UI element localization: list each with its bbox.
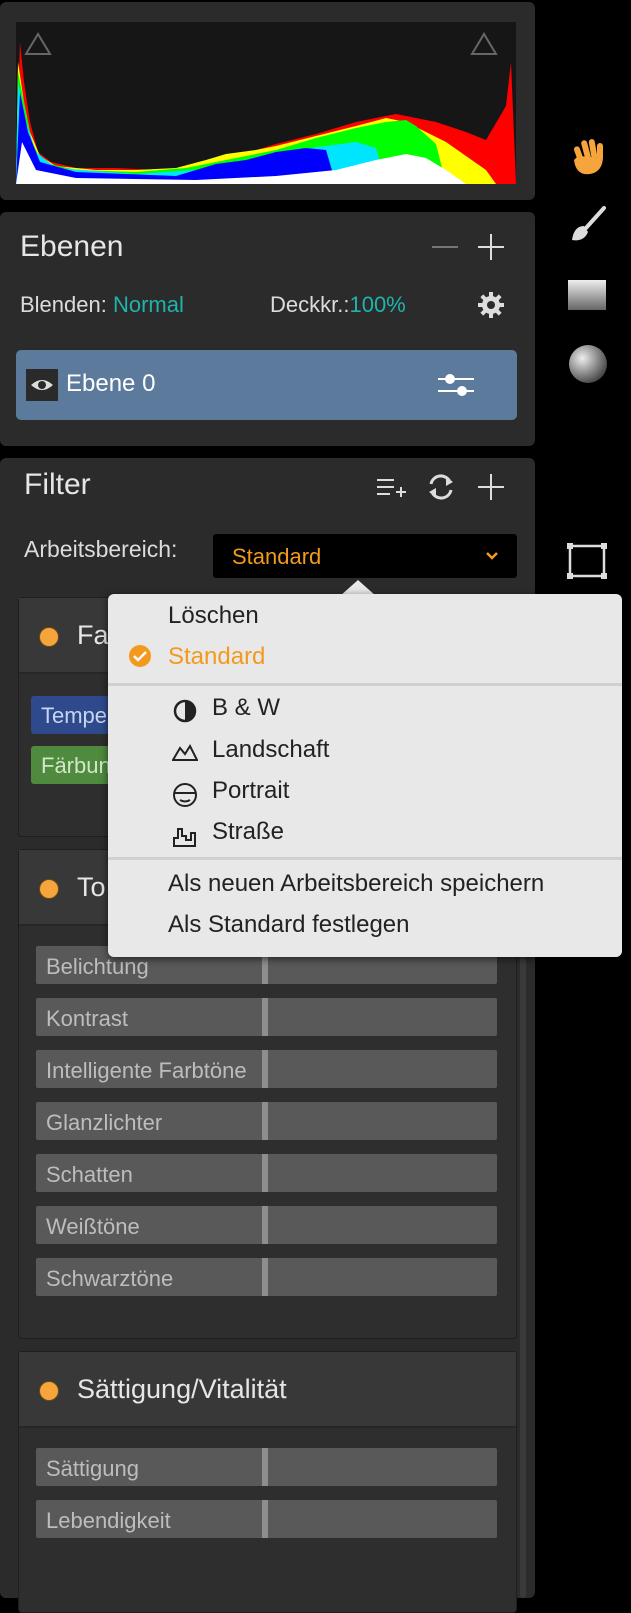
hand-tool-button[interactable] bbox=[566, 134, 610, 183]
opacity-value[interactable]: 100% bbox=[349, 292, 405, 317]
histogram-graph bbox=[16, 32, 516, 184]
slider-label: Intelligente Farbtöne bbox=[46, 1058, 247, 1083]
slider-label: Sättigung bbox=[46, 1456, 139, 1481]
slider-handle[interactable] bbox=[262, 1154, 268, 1192]
workspace-select[interactable]: Standard bbox=[213, 534, 517, 578]
menu-item-set-default[interactable]: Als Standard festlegen bbox=[168, 911, 410, 939]
layer-row[interactable]: Ebene 0 bbox=[16, 350, 517, 420]
menu-item-save-workspace[interactable]: Als neuen Arbeitsbereich speichern bbox=[168, 870, 544, 898]
filter-group-title: To bbox=[77, 872, 106, 902]
add-filter-list-button[interactable] bbox=[374, 470, 408, 504]
layers-title: Ebenen bbox=[20, 230, 124, 263]
radial-gradient-icon bbox=[569, 345, 607, 383]
filter-group-header[interactable]: Sättigung/Vitalität bbox=[19, 1352, 516, 1428]
slider-handle[interactable] bbox=[262, 1206, 268, 1244]
list-add-icon bbox=[377, 479, 406, 497]
slider-label: Schatten bbox=[46, 1162, 133, 1187]
slider-handle[interactable] bbox=[262, 1448, 268, 1486]
gradient-icon bbox=[568, 280, 606, 310]
sync-filters-button[interactable] bbox=[424, 470, 458, 504]
remove-layer-button[interactable] bbox=[428, 230, 462, 264]
eye-icon bbox=[31, 380, 53, 390]
workspace-dropdown-menu: Löschen Standard B & W Landschaft Portra… bbox=[108, 594, 622, 957]
filter-title: Filter bbox=[24, 468, 91, 501]
brush-tool-button[interactable] bbox=[566, 204, 610, 253]
refresh-icon bbox=[429, 474, 453, 500]
slider-handle[interactable] bbox=[262, 1050, 268, 1088]
menu-separator bbox=[108, 857, 622, 860]
filter-group-title: Fa bbox=[77, 620, 109, 650]
filter-enable-toggle[interactable] bbox=[39, 627, 59, 647]
blend-mode-control[interactable]: Blenden: Normal bbox=[20, 292, 184, 318]
menu-item-delete[interactable]: Löschen bbox=[168, 602, 259, 630]
slider-label: Belichtung bbox=[46, 954, 149, 979]
vibrance-slider[interactable]: Lebendigkeit bbox=[36, 1500, 497, 1538]
slider-label: Weißtöne bbox=[46, 1214, 140, 1239]
menu-item-landscape[interactable]: Landschaft bbox=[212, 736, 329, 764]
minus-icon bbox=[432, 246, 458, 248]
smart-tones-slider[interactable]: Intelligente Farbtöne bbox=[36, 1050, 497, 1088]
contrast-half-icon bbox=[173, 699, 197, 723]
portrait-face-icon bbox=[173, 783, 197, 807]
opacity-control[interactable]: Deckkr.:100% bbox=[270, 292, 406, 318]
menu-item-portrait[interactable]: Portrait bbox=[212, 777, 289, 805]
menu-item-bw[interactable]: B & W bbox=[212, 694, 280, 722]
opacity-label: Deckkr.: bbox=[270, 292, 350, 317]
menu-item-label: Standard bbox=[168, 643, 266, 670]
slider-handle[interactable] bbox=[262, 1258, 268, 1296]
crop-tool-button[interactable] bbox=[566, 542, 610, 587]
sliders-icon bbox=[438, 374, 474, 396]
slider-handle[interactable] bbox=[262, 1500, 268, 1538]
slider-label: Lebendigkeit bbox=[46, 1508, 171, 1533]
shadows-slider[interactable]: Schatten bbox=[36, 1154, 497, 1192]
gradient-tool-button[interactable] bbox=[566, 276, 610, 321]
brush-icon bbox=[572, 206, 606, 241]
contrast-slider[interactable]: Kontrast bbox=[36, 998, 497, 1036]
plus-icon bbox=[478, 474, 504, 500]
filter-enable-toggle[interactable] bbox=[39, 1381, 59, 1401]
workspace-label: Arbeitsbereich: bbox=[24, 536, 178, 562]
layer-adjustments-button[interactable] bbox=[436, 368, 476, 402]
city-buildings-icon bbox=[173, 828, 196, 847]
scrollbar[interactable] bbox=[520, 926, 526, 1598]
shadow-clipping-warning-icon bbox=[24, 32, 52, 55]
add-layer-button[interactable] bbox=[474, 230, 508, 264]
layer-settings-button[interactable] bbox=[474, 288, 508, 322]
hand-icon bbox=[573, 139, 603, 175]
filter-enable-toggle[interactable] bbox=[39, 879, 59, 899]
saturation-slider[interactable]: Sättigung bbox=[36, 1448, 497, 1486]
slider-label: Schwarztöne bbox=[46, 1266, 174, 1291]
slider-label: Kontrast bbox=[46, 1006, 128, 1031]
filter-group-saturation: Sättigung/Vitalität Sättigung Lebendigke… bbox=[18, 1351, 517, 1613]
blend-value[interactable]: Normal bbox=[113, 292, 184, 317]
blacks-slider[interactable]: Schwarztöne bbox=[36, 1258, 497, 1296]
workspace-value: Standard bbox=[232, 544, 322, 569]
check-circle-icon bbox=[129, 645, 151, 667]
slider-label: Glanzlichter bbox=[46, 1110, 163, 1135]
slider-handle[interactable] bbox=[262, 998, 268, 1036]
add-filter-button[interactable] bbox=[474, 470, 508, 504]
layer-name: Ebene 0 bbox=[66, 370, 156, 397]
crop-frame-icon bbox=[567, 543, 607, 579]
highlights-slider[interactable]: Glanzlichter bbox=[36, 1102, 497, 1140]
menu-separator bbox=[108, 683, 622, 686]
whites-slider[interactable]: Weißtöne bbox=[36, 1206, 497, 1244]
menu-item-street[interactable]: Straße bbox=[212, 818, 284, 846]
mountain-icon bbox=[172, 743, 198, 761]
histogram bbox=[16, 22, 516, 184]
layers-panel: Ebenen Blenden: Normal Deckkr.:100% Eben… bbox=[0, 212, 535, 446]
blend-label: Blenden: bbox=[20, 292, 107, 317]
slider-handle[interactable] bbox=[262, 1102, 268, 1140]
highlight-clipping-warning-icon bbox=[470, 32, 498, 55]
chevron-down-icon bbox=[486, 552, 498, 560]
gear-icon bbox=[478, 292, 504, 318]
layer-visibility-toggle[interactable] bbox=[26, 369, 58, 401]
plus-icon bbox=[478, 234, 504, 260]
filter-group-title: Sättigung/Vitalität bbox=[77, 1374, 287, 1404]
radial-tool-button[interactable] bbox=[566, 342, 610, 391]
histogram-panel bbox=[0, 2, 535, 200]
